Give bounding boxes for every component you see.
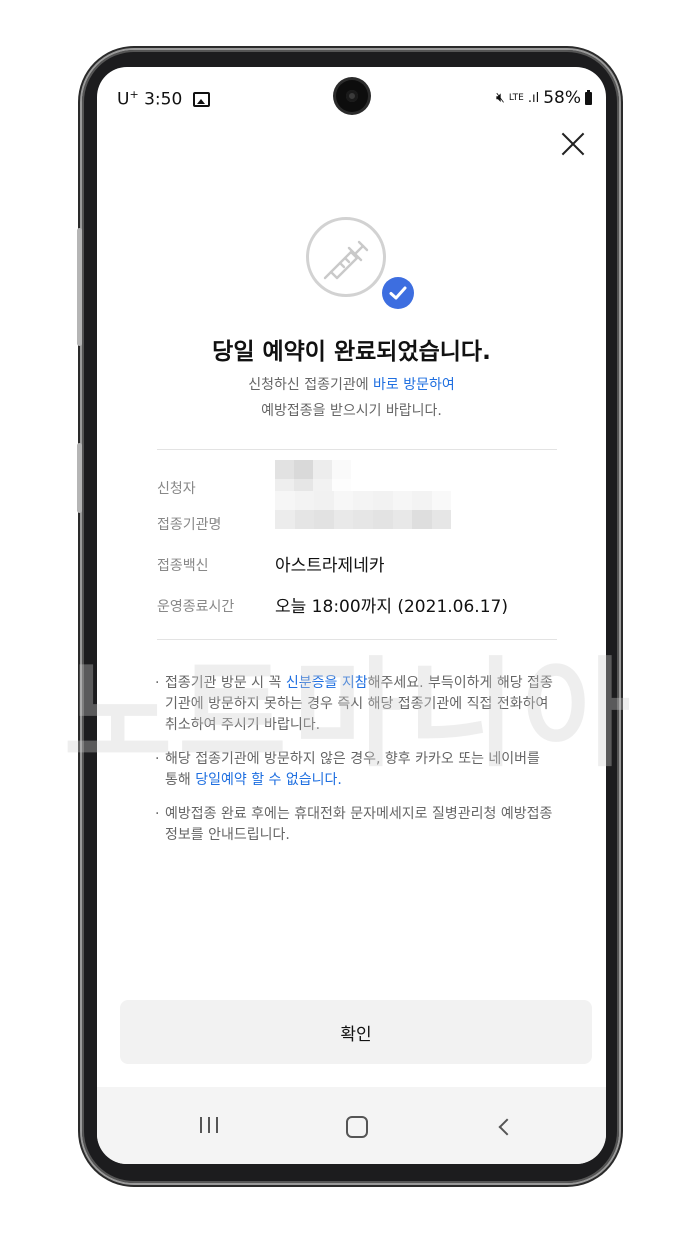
android-nav-bar [97, 1087, 606, 1164]
carrier-plus: + [129, 88, 139, 101]
subtitle-line-1: 신청하신 접종기관에 바로 방문하여 [97, 374, 606, 394]
bullet: · [155, 806, 160, 822]
back-icon[interactable] [484, 1112, 524, 1142]
volume-button [77, 228, 82, 346]
signal-icon: .ıl [527, 90, 540, 106]
vaccine-label: 접종백신 [157, 558, 209, 574]
carrier-label: U [117, 89, 130, 110]
bixby-button [77, 443, 82, 513]
syringe-icon [306, 217, 388, 299]
notice-text: 해당 접종기관에 방문하지 않은 경우, 향후 카카오 또는 네이버를 통해 당… [165, 749, 555, 791]
mute-icon: 🔇︎ [496, 90, 505, 106]
applicant-label: 신청자 [157, 481, 196, 497]
status-right: 🔇︎ LTE .ıl 58% [496, 88, 592, 108]
home-icon[interactable] [337, 1112, 377, 1142]
lte-label: LTE [508, 92, 524, 103]
notice-item: · 해당 접종기관에 방문하지 않은 경우, 향후 카카오 또는 네이버를 통해… [155, 749, 555, 791]
subtitle-prefix: 신청하신 접종기관에 [248, 377, 374, 393]
vaccine-value: 아스트라제네카 [275, 556, 385, 576]
hours-value: 오늘 18:00까지 (2021.06.17) [275, 597, 508, 617]
image-notification-icon [192, 92, 210, 108]
notice-highlight: 신분증을 지참 [285, 675, 368, 691]
battery-icon [585, 89, 592, 105]
check-icon [382, 277, 414, 309]
page-title: 당일 예약이 완료되었습니다. [212, 339, 491, 365]
notice-text-part: 접종기관 방문 시 꼭 [165, 675, 286, 691]
institution-value-redacted [275, 491, 452, 529]
notice-list: · 접종기관 방문 시 꼭 신분증을 지참해주세요. 부득이하게 해당 접종기관… [155, 673, 555, 859]
notice-item: · 접종기관 방문 시 꼭 신분증을 지참해주세요. 부득이하게 해당 접종기관… [155, 673, 555, 736]
subtitle-highlight: 바로 방문하여 [373, 377, 455, 393]
close-icon[interactable] [558, 129, 588, 159]
battery-percent: 58% [543, 88, 581, 108]
notice-item: · 예방접종 완료 후에는 휴대전화 문자메세지로 질병관리청 예방접종 정보를… [155, 804, 555, 846]
recent-apps-icon[interactable] [189, 1112, 229, 1142]
divider [157, 639, 557, 640]
notice-highlight: 당일예약 할 수 없습니다. [195, 772, 342, 788]
bullet: · [155, 675, 160, 691]
bullet: · [155, 751, 160, 767]
institution-label: 접종기관명 [157, 517, 222, 533]
divider [157, 449, 557, 450]
status-left: U+ 3:50 [117, 88, 210, 110]
screen: U+ 3:50 🔇︎ LTE .ıl 58% 당일 예약이 완료되었습니다. 신… [97, 67, 606, 1164]
hours-label: 운영종료시간 [157, 599, 235, 615]
confirm-button[interactable]: 확인 [120, 1000, 592, 1064]
status-bar: U+ 3:50 🔇︎ LTE .ıl 58% [97, 67, 606, 129]
subtitle-line-2: 예방접종을 받으시기 바랍니다. [261, 403, 442, 419]
notice-text: 접종기관 방문 시 꼭 신분증을 지참해주세요. 부득이하게 해당 접종기관에 … [165, 673, 555, 736]
front-camera [336, 80, 368, 112]
notice-text: 예방접종 완료 후에는 휴대전화 문자메세지로 질병관리청 예방접종 정보를 안… [165, 806, 553, 843]
status-time: 3:50 [144, 89, 183, 110]
